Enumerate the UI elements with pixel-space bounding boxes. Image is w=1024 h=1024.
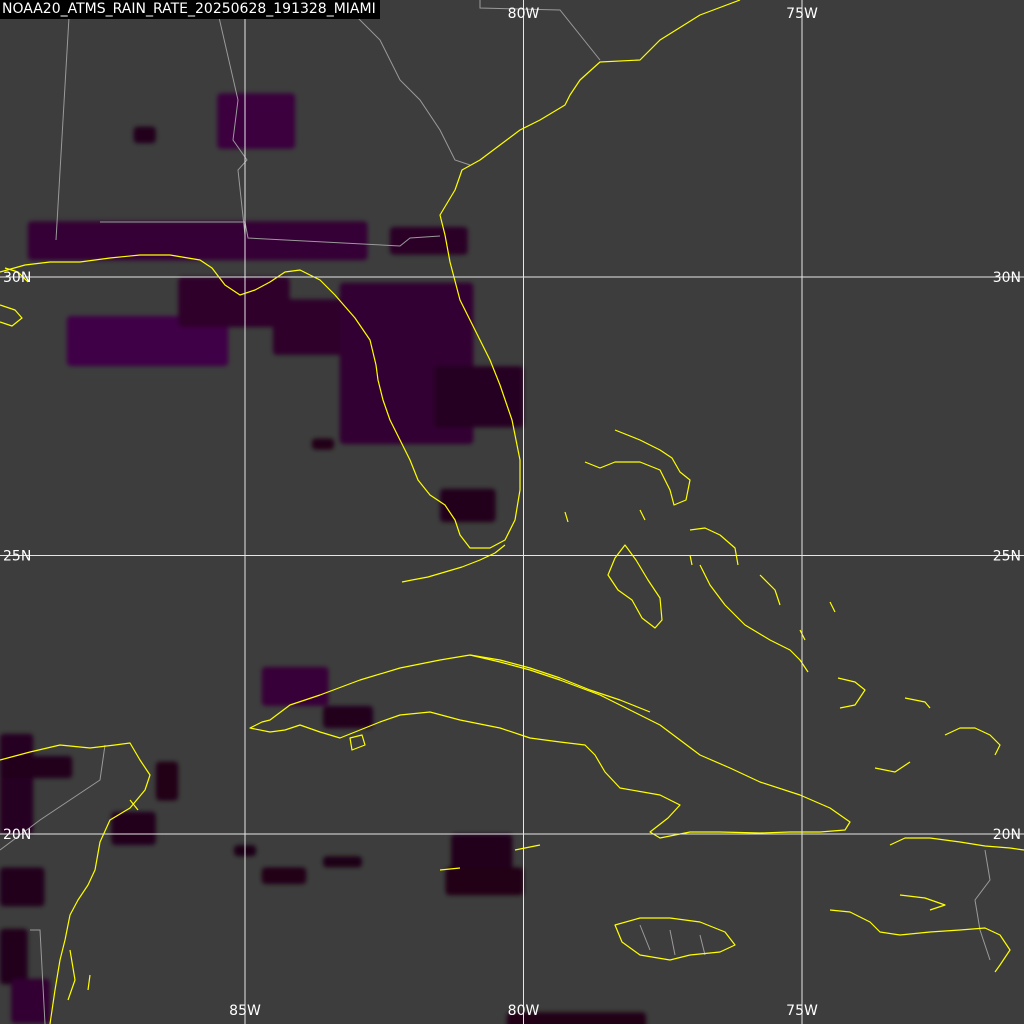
longitude-label-bottom: 75W [786,1003,818,1019]
latitude-label-right: 25N [993,549,1021,565]
rain-cell [111,811,156,846]
rain-cell [434,366,524,428]
satellite-map: 85W 80W 80W 75W 75W 30N 30N 25N 25N 20N 20N NOAA20… [0,0,1024,1024]
map-canvas: 85W 80W 80W 75W 75W 30N 30N 25N 25N 20N 20N [0,0,1024,1024]
rain-cell [440,488,496,523]
rain-cell [323,856,362,868]
rain-cell [261,666,329,706]
rain-cell [0,733,34,834]
rain-cell [27,221,368,261]
latitude-label-right: 30N [993,270,1021,286]
latitude-label-left: 30N [3,270,31,286]
rain-cell [451,834,513,873]
longitude-label-top: 80W [508,6,540,22]
latitude-label-left: 20N [3,827,31,843]
rain-cell [155,761,179,801]
rain-cell [0,756,73,779]
latitude-label-right: 20N [993,827,1021,843]
rain-cell [323,705,374,729]
rain-cell [0,928,28,985]
longitude-label-bottom: 85W [229,1003,261,1019]
longitude-label-top: 75W [786,6,818,22]
rain-cell [217,93,296,149]
longitude-label-bottom: 80W [508,1003,540,1019]
latitude-label-left: 25N [3,549,31,565]
rain-cell [178,277,290,328]
rain-cell [133,126,156,144]
rain-cell [389,226,468,255]
image-title: NOAA20_ATMS_RAIN_RATE_20250628_191328_MI… [0,0,380,19]
rain-cell [261,867,307,885]
rain-cell [0,867,45,907]
rain-cell [311,438,335,450]
rain-cell [445,867,524,896]
